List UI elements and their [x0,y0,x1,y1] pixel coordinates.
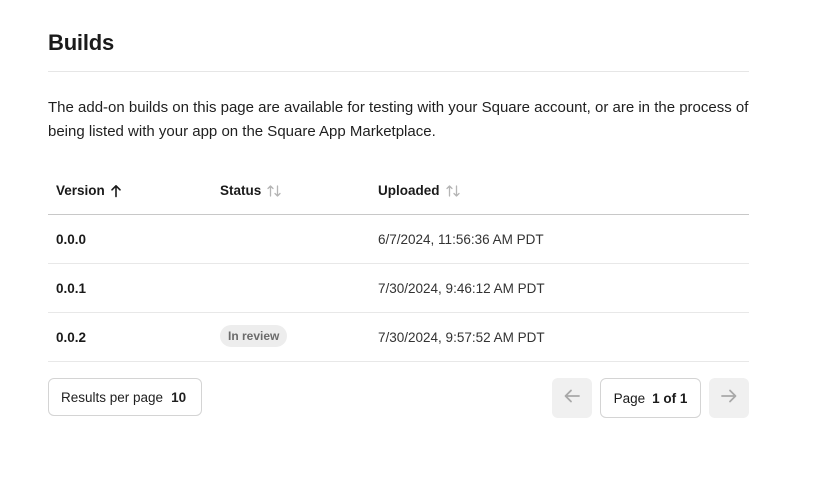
sort-unsorted-icon [266,184,282,198]
results-per-page-select[interactable]: Results per page 10 [48,378,202,416]
column-label-status: Status [220,183,262,198]
page-value: 1 of 1 [652,390,688,406]
results-per-page-value: 10 [171,389,187,405]
column-label-uploaded: Uploaded [378,183,440,198]
cell-version: 0.0.2 [56,330,87,345]
cell-uploaded: 7/30/2024, 9:46:12 AM PDT [378,281,545,296]
cell-uploaded: 7/30/2024, 9:57:52 AM PDT [378,330,545,345]
results-per-page-label: Results per page [61,389,164,405]
sort-ascending-icon [110,184,122,198]
arrow-left-icon [563,388,581,409]
table-row[interactable]: 0.0.1 7/30/2024, 9:46:12 AM PDT [48,264,749,313]
status-badge: In review [220,325,288,347]
column-label-version: Version [56,183,105,198]
cell-uploaded: 6/7/2024, 11:56:36 AM PDT [378,232,544,247]
page-description: The add-on builds on this page are avail… [48,99,749,140]
sort-unsorted-icon [445,184,461,198]
column-header-status[interactable]: Status [220,183,282,198]
next-page-button[interactable] [709,378,749,418]
page-indicator: Page 1 of 1 [600,378,701,418]
cell-version: 0.0.0 [56,232,87,247]
page-title: Builds [48,30,115,55]
previous-page-button[interactable] [552,378,592,418]
table-row[interactable]: 0.0.0 6/7/2024, 11:56:36 AM PDT [48,215,749,264]
arrow-right-icon [720,388,738,409]
table-header: Version Status Uploaded [48,172,749,215]
table-row[interactable]: 0.0.2 In review 7/30/2024, 9:57:52 AM PD… [48,313,749,362]
column-header-version[interactable]: Version [56,183,122,198]
title-divider [48,71,749,72]
page-label: Page [613,390,646,406]
cell-version: 0.0.1 [56,281,87,296]
column-header-uploaded[interactable]: Uploaded [378,183,461,198]
